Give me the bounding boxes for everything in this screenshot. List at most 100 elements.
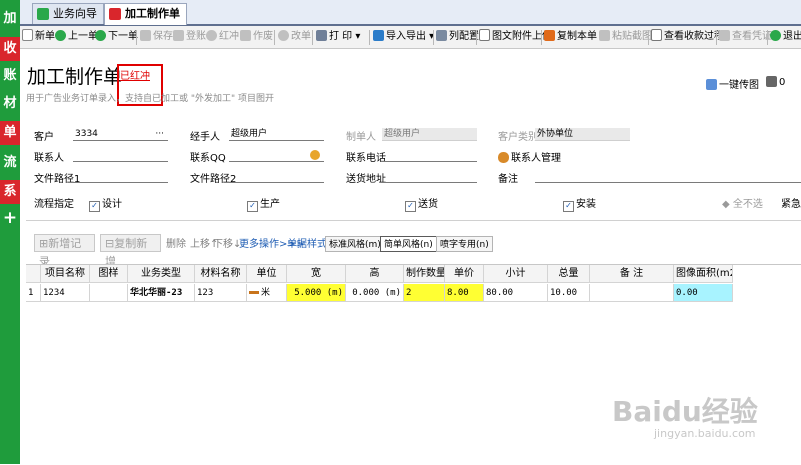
header-cell[interactable]: 备 注 bbox=[590, 265, 674, 283]
header-cell[interactable]: 单位 bbox=[247, 265, 287, 283]
upload-image-icon bbox=[706, 79, 717, 90]
header-cell[interactable]: 高 bbox=[346, 265, 404, 283]
document-icon bbox=[109, 8, 121, 20]
view-receipts-button[interactable]: 查看收款过程 bbox=[651, 29, 724, 45]
note-field[interactable] bbox=[535, 170, 801, 183]
project-name-cell[interactable]: 1234 bbox=[41, 284, 90, 302]
print-button[interactable]: 打 印 ▾ bbox=[316, 29, 360, 45]
status-link[interactable]: 已红冲 bbox=[120, 67, 150, 82]
header-cell[interactable]: 宽 bbox=[287, 265, 346, 283]
handler-field[interactable]: 超级用户 bbox=[229, 128, 324, 141]
height-cell[interactable]: 0.000 (m) bbox=[346, 284, 404, 302]
toolbar-divider bbox=[369, 30, 370, 45]
sidebar-item-receipt[interactable]: 收 bbox=[0, 37, 20, 61]
unit-cell[interactable]: 米 bbox=[247, 284, 287, 302]
add-icon: ⊞ bbox=[39, 237, 49, 250]
pattern-cell[interactable] bbox=[90, 284, 128, 302]
toolbar-divider bbox=[716, 30, 717, 45]
copy-order-button[interactable]: 复制本单 bbox=[544, 29, 597, 45]
remark-cell[interactable] bbox=[590, 284, 674, 302]
prev-button[interactable]: 上一单 bbox=[55, 29, 98, 45]
checkbox-icon[interactable]: ✓ bbox=[247, 201, 258, 212]
section-divider bbox=[26, 220, 801, 221]
save-button[interactable]: 保存 bbox=[140, 29, 173, 45]
width-cell[interactable]: 5.000 (m) bbox=[287, 284, 346, 302]
sidebar-item-more[interactable]: + bbox=[0, 206, 20, 230]
tab-business-guide[interactable]: 业务向导 bbox=[32, 3, 104, 24]
header-cell[interactable]: 总量 bbox=[548, 265, 590, 283]
quantity-cell[interactable]: 2 bbox=[404, 284, 445, 302]
import-export-button[interactable]: 导入导出 ▾ bbox=[373, 29, 434, 45]
total-cell: 10.00 bbox=[548, 284, 590, 302]
checkbox-icon[interactable]: ✓ bbox=[563, 201, 574, 212]
unit-price-cell[interactable]: 8.00 bbox=[445, 284, 484, 302]
void-button[interactable]: 作废 bbox=[240, 29, 273, 45]
checkbox-icon[interactable]: ✓ bbox=[405, 201, 416, 212]
checkbox-icon[interactable]: ✓ bbox=[89, 201, 100, 212]
sidebar-item-system[interactable]: 系 bbox=[0, 180, 20, 204]
post-button[interactable]: 登账 bbox=[173, 29, 206, 45]
customer-field[interactable]: 3334 ··· bbox=[73, 128, 168, 141]
edit-order-button[interactable]: 改单 bbox=[278, 29, 311, 45]
address-field[interactable] bbox=[382, 170, 477, 183]
next-button[interactable]: 下一单 bbox=[95, 29, 138, 45]
header-cell[interactable]: 材料名称 bbox=[195, 265, 247, 283]
import-icon bbox=[373, 30, 384, 41]
customer-category-label: 客户类别 bbox=[498, 132, 538, 143]
voucher-icon bbox=[719, 30, 730, 41]
red-reverse-button[interactable]: 红冲 bbox=[206, 29, 239, 45]
guide-icon bbox=[37, 8, 49, 20]
sidebar-item-material[interactable]: 材 bbox=[0, 92, 20, 116]
new-doc-icon bbox=[22, 29, 33, 41]
contact-manage-link[interactable]: 联系人管理 bbox=[498, 149, 561, 164]
delete-button[interactable]: 删除 bbox=[166, 235, 186, 250]
header-cell[interactable]: 图样 bbox=[90, 265, 128, 283]
qq-field[interactable] bbox=[229, 149, 324, 162]
process-delivery-checkbox[interactable]: ✓ 送货 bbox=[405, 195, 438, 212]
one-key-upload-button[interactable]: 一键传图 bbox=[706, 76, 759, 91]
copy-add-button[interactable]: ⊟复制新增 bbox=[100, 234, 161, 268]
sidebar-item-account[interactable]: 账 bbox=[0, 64, 20, 88]
business-type-cell[interactable]: 华北华丽-23 bbox=[128, 284, 195, 302]
arrow-left-icon bbox=[55, 30, 66, 41]
contact-label: 联系人 bbox=[34, 153, 64, 164]
file-path2-field[interactable] bbox=[229, 170, 324, 183]
phone-label: 联系电话 bbox=[346, 153, 386, 164]
column-config-button[interactable]: 列配置 bbox=[436, 29, 479, 45]
process-install-checkbox[interactable]: ✓ 安装 bbox=[563, 195, 596, 212]
qq-label: 联系QQ bbox=[190, 153, 226, 164]
move-down-button[interactable]: 下移↓ bbox=[213, 235, 241, 250]
urgent-label[interactable]: 紧急 bbox=[781, 195, 801, 210]
add-record-button[interactable]: ⊞新增记录 bbox=[34, 234, 95, 268]
tab-bar: 业务向导 加工制作单 bbox=[20, 0, 801, 26]
print-count[interactable]: 0 bbox=[766, 76, 785, 88]
new-button[interactable]: 新单 bbox=[22, 29, 55, 45]
style-standard-button[interactable]: 标准风格(m) bbox=[325, 236, 385, 252]
header-cell[interactable]: 项目名称 bbox=[41, 265, 90, 283]
table-row[interactable]: 1 1234 华北华丽-23 123 米 5.000 (m) 0.000 (m)… bbox=[26, 284, 801, 302]
style-simple-button[interactable]: 简单风格(n) bbox=[380, 236, 437, 252]
material-cell[interactable]: 123 bbox=[195, 284, 247, 302]
phone-field[interactable] bbox=[382, 149, 477, 162]
select-none-button[interactable]: ◆ 全不选 bbox=[722, 195, 763, 210]
sidebar-item-add[interactable]: 加 bbox=[0, 6, 20, 32]
header-cell[interactable]: 制作数量 bbox=[404, 265, 445, 283]
process-design-checkbox[interactable]: ✓ 设计 bbox=[89, 195, 122, 212]
header-cell[interactable]: 业务类型 bbox=[128, 265, 195, 283]
header-cell[interactable]: 小计 bbox=[484, 265, 548, 283]
process-production-checkbox[interactable]: ✓ 生产 bbox=[247, 195, 280, 212]
paste-screenshot-button[interactable]: 粘贴截图 bbox=[599, 29, 652, 45]
header-cell[interactable]: 图像面积(m2) bbox=[674, 265, 733, 283]
more-icon[interactable]: ··· bbox=[155, 128, 164, 141]
sidebar-item-order[interactable]: 单 bbox=[0, 121, 20, 145]
tab-processing-order[interactable]: 加工制作单 bbox=[104, 3, 187, 25]
qq-icon[interactable] bbox=[310, 150, 320, 160]
sidebar-item-flow[interactable]: 流 bbox=[0, 151, 20, 175]
contact-field[interactable] bbox=[73, 149, 168, 162]
style-inkjet-button[interactable]: 喷字专用(n) bbox=[436, 236, 493, 252]
header-cell[interactable]: 单价 bbox=[445, 265, 484, 283]
exit-button[interactable]: 退出 bbox=[770, 29, 801, 45]
file-path1-field[interactable] bbox=[73, 170, 168, 183]
view-voucher-button[interactable]: 查看凭证 bbox=[719, 29, 772, 45]
subtotal-cell: 80.00 bbox=[484, 284, 548, 302]
